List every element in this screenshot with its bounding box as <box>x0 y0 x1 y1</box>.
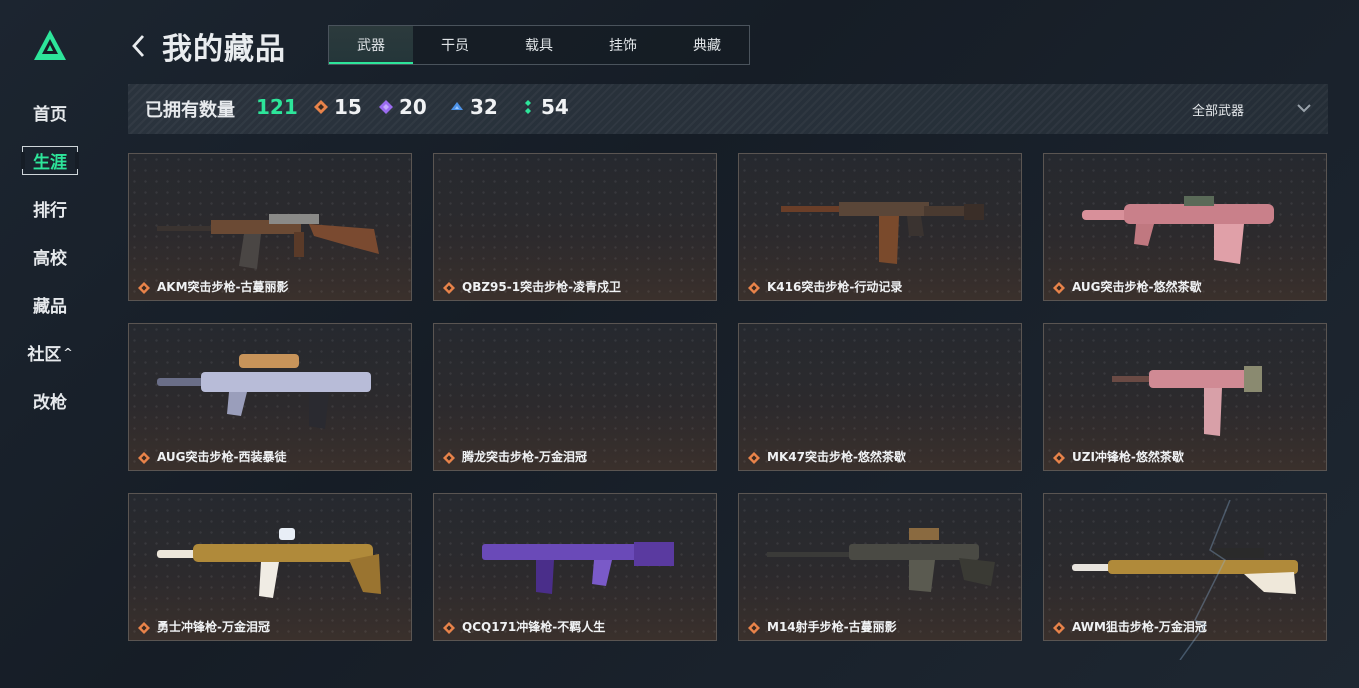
collection-card[interactable]: AUG突击步枪-悠然茶歇 <box>1043 153 1327 301</box>
akm-rifle-image <box>157 214 379 269</box>
orange-diamond-icon <box>1053 619 1065 634</box>
orange-diamond-icon <box>1053 449 1065 464</box>
owned-count: 121 <box>256 95 298 119</box>
page-title: 我的藏品 <box>162 32 286 67</box>
orange-diamond-icon <box>748 279 760 294</box>
collection-card[interactable]: UZI冲锋枪-悠然茶歇 <box>1043 323 1327 471</box>
qcq171-smg-image <box>482 542 674 594</box>
collection-card[interactable]: 腾龙突击步枪-万金泪冠 <box>433 323 717 471</box>
rarity-count-orange: 15 <box>314 95 362 119</box>
collection-card[interactable]: QCQ171冲锋枪-不羁人生 <box>433 493 717 641</box>
sidebar-item-ranking[interactable]: 排行 <box>0 184 100 232</box>
orange-diamond-icon <box>138 279 150 294</box>
purple-diamond-icon <box>379 97 393 117</box>
orange-diamond-icon <box>443 279 455 294</box>
tab-vehicles[interactable]: 载具 <box>497 26 581 64</box>
warrior-smg-image <box>157 528 381 598</box>
stats-bar: 已拥有数量 121 15 20 32 54 全部武器 <box>128 84 1328 134</box>
sidebar-nav: 首页 生涯 排行 高校 藏品 社区 ^ 改枪 <box>0 88 100 424</box>
k416-rifle-image <box>781 202 984 264</box>
collection-card[interactable]: 勇士冲锋枪-万金泪冠 <box>128 493 412 641</box>
tab-operators[interactable]: 干员 <box>413 26 497 64</box>
sidebar-item-community[interactable]: 社区 ^ <box>0 328 100 376</box>
blue-diamond-icon <box>450 97 464 117</box>
sidebar-item-home[interactable]: 首页 <box>0 88 100 136</box>
tab-charms[interactable]: 挂饰 <box>581 26 665 64</box>
weapon-filter-dropdown[interactable]: 全部武器 <box>1192 100 1244 119</box>
aug-rifle-image <box>157 354 371 429</box>
collection-card[interactable]: M14射手步枪-古蔓丽影 <box>738 493 1022 641</box>
orange-diamond-icon <box>748 449 760 464</box>
orange-diamond-icon <box>748 619 760 634</box>
uzi-smg-image <box>1112 366 1262 436</box>
aug-rifle-image <box>1082 196 1274 264</box>
collection-card[interactable]: AUG突击步枪-西装暴徒 <box>128 323 412 471</box>
orange-diamond-icon <box>443 449 455 464</box>
collection-card[interactable]: AKM突击步枪-古蔓丽影 <box>128 153 412 301</box>
collection-card[interactable]: MK47突击步枪-悠然茶歇 <box>738 323 1022 471</box>
sidebar-item-campus[interactable]: 高校 <box>0 232 100 280</box>
owned-label: 已拥有数量 <box>145 100 235 121</box>
sidebar-item-career[interactable]: 生涯 <box>0 136 100 184</box>
orange-diamond-icon <box>314 97 328 117</box>
sidebar: 首页 生涯 排行 高校 藏品 社区 ^ 改枪 <box>0 0 100 688</box>
orange-diamond-icon <box>138 449 150 464</box>
tab-weapons[interactable]: 武器 <box>329 26 413 64</box>
caret-up-icon: ^ <box>63 345 73 359</box>
sidebar-item-gunsmith[interactable]: 改枪 <box>0 376 100 424</box>
green-diamond-icon <box>521 97 535 117</box>
m14-rifle-image <box>767 528 995 592</box>
orange-diamond-icon <box>443 619 455 634</box>
tab-collectibles[interactable]: 典藏 <box>665 26 749 64</box>
page-header: 我的藏品 <box>128 24 286 68</box>
sidebar-item-collection[interactable]: 藏品 <box>0 280 100 328</box>
rarity-count-purple: 20 <box>379 95 427 119</box>
orange-diamond-icon <box>138 619 150 634</box>
lightning-decoration <box>1179 500 1231 660</box>
category-tabs: 武器 干员 载具 挂饰 典藏 <box>328 25 750 65</box>
rarity-count-blue: 32 <box>450 95 498 119</box>
chevron-left-icon[interactable] <box>128 31 152 61</box>
collection-card[interactable]: QBZ95-1突击步枪-凌青戍卫 <box>433 153 717 301</box>
collection-card[interactable]: K416突击步枪-行动记录 <box>738 153 1022 301</box>
chevron-down-icon[interactable] <box>1295 99 1313 117</box>
rarity-count-green: 54 <box>521 95 569 119</box>
orange-diamond-icon <box>1053 279 1065 294</box>
triangle-logo-icon[interactable] <box>32 28 68 62</box>
